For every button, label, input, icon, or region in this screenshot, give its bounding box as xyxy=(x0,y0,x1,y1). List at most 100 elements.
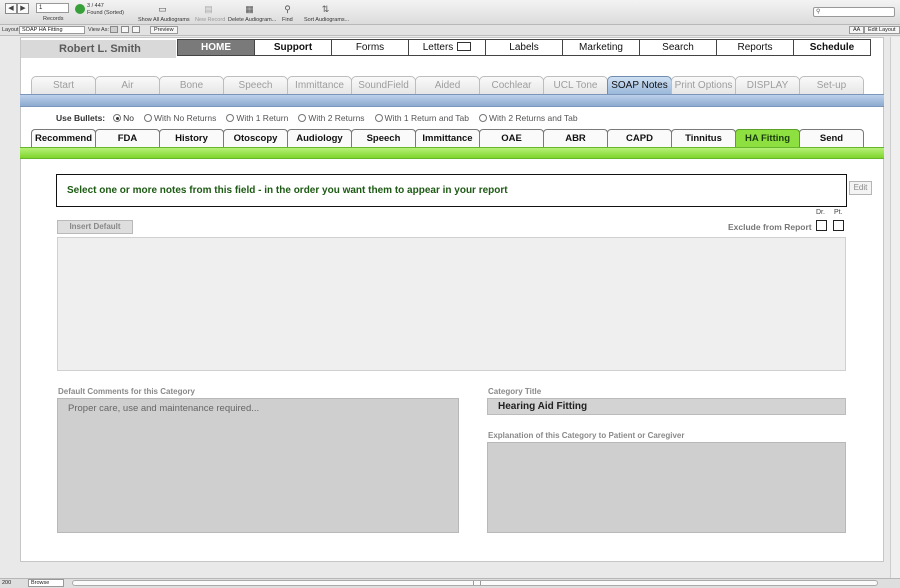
layout-select[interactable]: SOAP HA Fitting xyxy=(19,26,85,34)
new-record-icon: ▤ xyxy=(204,4,213,14)
layout-label: Layout: xyxy=(2,27,21,33)
next-record-button[interactable]: ▶ xyxy=(17,3,29,14)
radio-1-return-tab[interactable] xyxy=(374,114,383,122)
tab-oae[interactable]: OAE xyxy=(479,129,544,147)
insert-default-button[interactable]: Insert Default xyxy=(57,220,133,234)
pt-label: Pt. xyxy=(834,209,843,216)
radio-no-returns[interactable] xyxy=(144,114,152,122)
radio-2-returns[interactable] xyxy=(298,114,307,122)
preview-button[interactable]: Preview xyxy=(150,26,178,34)
layout-bar: Layout: SOAP HA Fitting View As: Preview… xyxy=(0,25,900,36)
exclude-from-report-label: Exclude from Report xyxy=(728,222,812,232)
default-comments-field[interactable]: Proper care, use and maintenance require… xyxy=(57,398,459,533)
mode-select[interactable]: Browse xyxy=(28,579,64,587)
app-toolbar: ◀ ▶ 1 Records 3 / 447 Found (Sorted) ▭ S… xyxy=(0,0,900,25)
radio-2-returns-tab[interactable] xyxy=(478,114,487,122)
default-comments-label: Default Comments for this Category xyxy=(58,387,195,396)
radio-no-bullets[interactable] xyxy=(113,114,122,122)
exclude-dr-checkbox[interactable] xyxy=(816,220,827,231)
menu-home[interactable]: HOME xyxy=(177,39,255,56)
tab-set-up[interactable]: Set-up xyxy=(799,76,864,94)
tab-otoscopy[interactable]: Otoscopy xyxy=(223,129,288,147)
horizontal-scrollbar[interactable] xyxy=(72,580,878,586)
notes-list-field[interactable] xyxy=(57,237,846,371)
category-title-label: Category Title xyxy=(488,387,542,396)
delete-button[interactable]: Delete Audiogram... xyxy=(228,17,276,23)
tab-tinnitus[interactable]: Tinnitus xyxy=(671,129,736,147)
tab-ucl-tone[interactable]: UCL Tone xyxy=(543,76,608,94)
radio-label-2-returns: With 2 Returns xyxy=(308,113,365,123)
tab-bone[interactable]: Bone xyxy=(159,76,224,94)
menu-support[interactable]: Support xyxy=(254,39,332,56)
find-button[interactable]: Find xyxy=(282,17,293,23)
explanation-field[interactable] xyxy=(487,442,846,533)
dr-label: Dr. xyxy=(816,209,825,216)
tab-display[interactable]: DISPLAY xyxy=(735,76,800,94)
delete-icon[interactable]: ▦ xyxy=(244,4,255,14)
tab-speech[interactable]: Speech xyxy=(223,76,288,94)
text-format-button[interactable]: AA xyxy=(849,26,865,34)
tab-aided[interactable]: Aided xyxy=(415,76,480,94)
use-bullets-label: Use Bullets: xyxy=(56,113,106,123)
sort-button[interactable]: Sort Audiograms... xyxy=(304,17,349,23)
list-view-button[interactable] xyxy=(121,26,129,33)
tab-send[interactable]: Send xyxy=(799,129,864,147)
menu-schedule[interactable]: Schedule xyxy=(793,39,871,56)
tab-soundfield[interactable]: SoundField xyxy=(351,76,416,94)
tab-audiology[interactable]: Audiology xyxy=(287,129,352,147)
tab-soap-notes[interactable]: SOAP Notes xyxy=(607,76,672,94)
find-magnifier-icon[interactable]: ⚲ xyxy=(282,4,293,14)
menu-letters-label: Letters xyxy=(422,42,454,53)
zoom-level[interactable]: 200 xyxy=(2,580,11,586)
tab-print-options[interactable]: Print Options xyxy=(671,76,736,94)
edit-layout-button[interactable]: Edit Layout xyxy=(864,26,900,34)
tab-soap-speech[interactable]: Speech xyxy=(351,129,416,147)
category-title-field[interactable]: Hearing Aid Fitting xyxy=(487,398,846,415)
tab-abr[interactable]: ABR xyxy=(543,129,608,147)
use-bullets-group: Use Bullets: No With No Returns With 1 R… xyxy=(56,113,584,123)
radio-1-return[interactable] xyxy=(226,114,235,122)
menu-labels[interactable]: Labels xyxy=(485,39,563,56)
table-view-button[interactable] xyxy=(132,26,140,33)
tab-soap-immittance[interactable]: Immittance xyxy=(415,129,480,147)
tab-immittance[interactable]: Immittance xyxy=(287,76,352,94)
vertical-scrollbar[interactable] xyxy=(890,37,900,578)
edit-button[interactable]: Edit xyxy=(849,181,872,195)
menu-letters[interactable]: Letters xyxy=(408,39,486,56)
menu-reports[interactable]: Reports xyxy=(716,39,794,56)
prev-record-button[interactable]: ◀ xyxy=(5,3,17,14)
tab-recommend[interactable]: Recommend xyxy=(31,129,96,147)
tab-air[interactable]: Air xyxy=(95,76,160,94)
record-number-input[interactable]: 1 xyxy=(36,3,69,13)
quick-find-input[interactable]: ⚲ xyxy=(813,7,895,17)
tab-start[interactable]: Start xyxy=(31,76,96,94)
sort-icon[interactable]: ⇅ xyxy=(320,4,331,14)
radio-label-no-returns: With No Returns xyxy=(154,113,217,123)
status-bar: 200 Browse xyxy=(0,578,900,588)
form-view-button[interactable] xyxy=(110,26,118,33)
menu-marketing[interactable]: Marketing xyxy=(562,39,640,56)
found-set-pie-icon xyxy=(75,4,85,14)
tab-ha-fitting[interactable]: HA Fitting xyxy=(735,129,800,147)
envelope-icon xyxy=(457,42,472,51)
tab-history[interactable]: History xyxy=(159,129,224,147)
menu-search[interactable]: Search xyxy=(639,39,717,56)
tab-fda[interactable]: FDA xyxy=(95,129,160,147)
tab-cochlear[interactable]: Cochlear xyxy=(479,76,544,94)
found-count: 3 / 447 xyxy=(87,3,104,9)
explanation-label: Explanation of this Category to Patient … xyxy=(488,431,685,440)
radio-label-1-return-tab: With 1 Return and Tab xyxy=(384,113,469,123)
found-label: Found (Sorted) xyxy=(87,10,124,16)
records-label: Records xyxy=(43,16,64,22)
exclude-pt-checkbox[interactable] xyxy=(833,220,844,231)
show-all-button[interactable]: Show All Audiograms xyxy=(138,17,190,23)
new-record-button: New Record xyxy=(195,17,226,23)
tab-capd[interactable]: CAPD xyxy=(607,129,672,147)
soap-notes-band xyxy=(20,94,884,107)
radio-label-2-returns-tab: With 2 Returns and Tab xyxy=(488,113,578,123)
top-menu: HOME Support Forms Letters Labels Market… xyxy=(177,39,871,56)
record-nav: ◀ ▶ xyxy=(5,3,29,14)
menu-forms[interactable]: Forms xyxy=(331,39,409,56)
show-all-icon[interactable]: ▭ xyxy=(157,4,168,14)
radio-label-1-return: With 1 Return xyxy=(236,113,289,123)
